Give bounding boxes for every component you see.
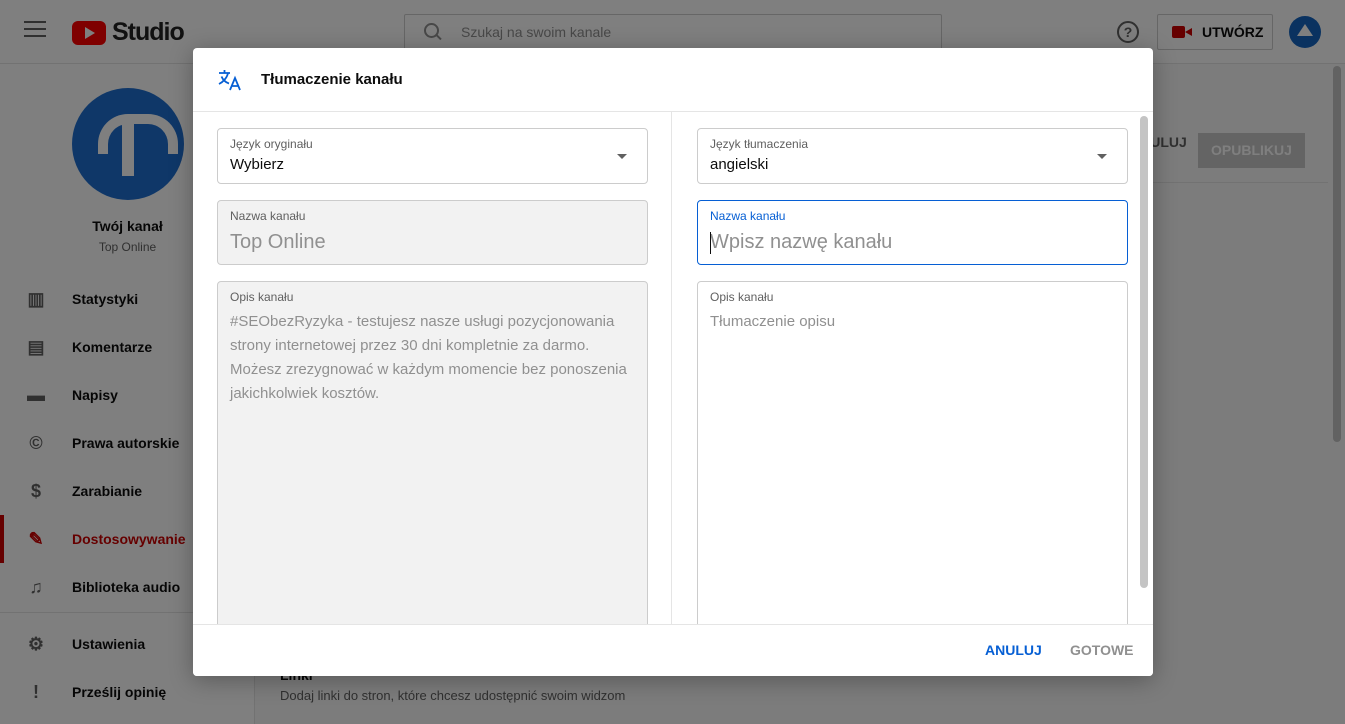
translation-column: Język tłumaczenia angielski Nazwa kanału… xyxy=(673,112,1153,624)
channel-name-placeholder: Wpisz nazwę kanału xyxy=(710,231,893,253)
translate-icon xyxy=(218,69,241,90)
done-button[interactable]: GOTOWE xyxy=(1070,642,1134,658)
original-language-column: Język oryginału Wybierz Nazwa kanału Top… xyxy=(193,112,672,624)
translation-language-select[interactable]: Język tłumaczenia angielski xyxy=(697,128,1128,184)
description-placeholder: Tłumaczenie opisu xyxy=(710,313,836,330)
dialog-title: Tłumaczenie kanału xyxy=(261,71,403,88)
translation-language-value: angielski xyxy=(710,156,769,173)
channel-name-value: Top Online xyxy=(230,231,326,253)
translation-language-label: Język tłumaczenia xyxy=(710,137,809,151)
translated-channel-name-input[interactable]: Nazwa kanału Wpisz nazwę kanału xyxy=(697,200,1128,265)
dropdown-arrow-icon xyxy=(1097,154,1107,159)
description-label: Opis kanału xyxy=(230,290,294,304)
dialog-header: Tłumaczenie kanału xyxy=(193,48,1153,112)
original-channel-name-field: Nazwa kanału Top Online xyxy=(217,200,648,265)
text-cursor xyxy=(710,232,711,254)
original-description-field: Opis kanału #SEObezRyzyka - testujesz na… xyxy=(217,281,648,624)
cancel-button[interactable]: ANULUJ xyxy=(985,642,1042,658)
original-language-select[interactable]: Język oryginału Wybierz xyxy=(217,128,648,184)
description-label: Opis kanału xyxy=(710,290,774,304)
dropdown-arrow-icon xyxy=(617,154,627,159)
channel-translation-dialog: Tłumaczenie kanału Język oryginału Wybie… xyxy=(193,48,1153,676)
channel-name-label: Nazwa kanału xyxy=(230,209,306,223)
channel-name-label: Nazwa kanału xyxy=(710,209,786,223)
original-language-value: Wybierz xyxy=(230,156,285,173)
translated-description-input[interactable]: Opis kanału Tłumaczenie opisu xyxy=(697,281,1128,624)
description-value: #SEObezRyzyka - testujesz nasze usługi p… xyxy=(230,313,627,402)
original-language-label: Język oryginału xyxy=(230,137,313,151)
dialog-footer: ANULUJ GOTOWE xyxy=(193,624,1153,676)
dialog-scrollbar[interactable] xyxy=(1140,116,1148,588)
